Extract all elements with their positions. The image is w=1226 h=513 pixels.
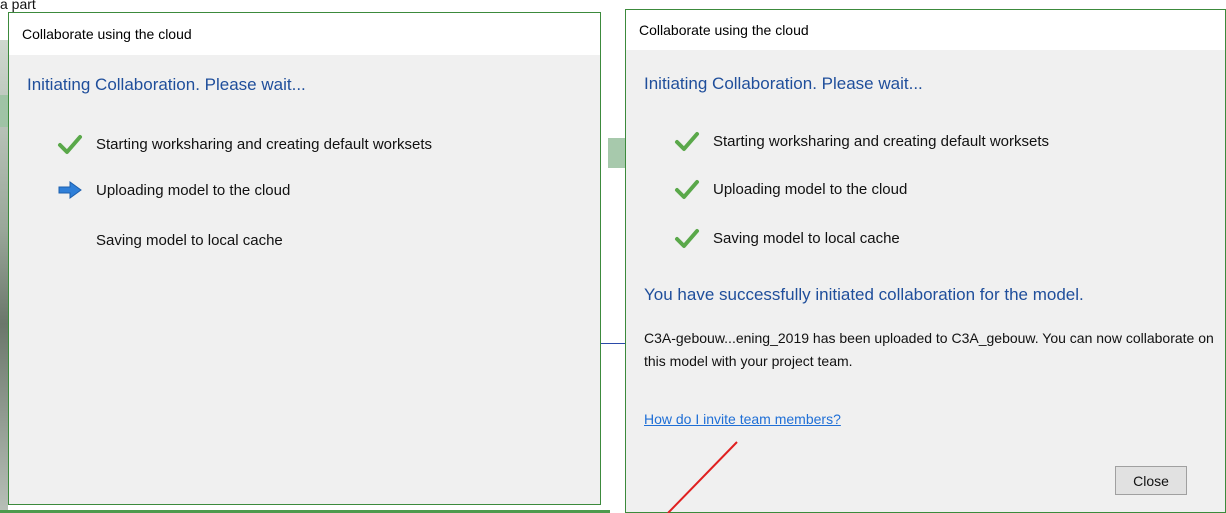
upload-detail-message: C3A-gebouw...ening_2019 has been uploade… <box>644 330 1214 369</box>
step-uploading: Uploading model to the cloud <box>674 176 907 202</box>
step-label: Starting worksharing and creating defaul… <box>96 135 433 153</box>
dialog-titlebar[interactable]: Collaborate using the cloud <box>626 10 1225 50</box>
step-label: Saving model to local cache <box>713 229 900 247</box>
check-icon <box>674 225 700 251</box>
step-worksharing: Starting worksharing and creating defaul… <box>674 128 1049 154</box>
progress-heading: Initiating Collaboration. Please wait... <box>27 75 306 94</box>
step-saving-cache: Saving model to local cache <box>57 227 283 253</box>
success-message: You have successfully initiated collabor… <box>644 285 1084 304</box>
background-app-strip-accent <box>0 95 8 127</box>
arrow-right-icon <box>57 177 83 203</box>
progress-heading: Initiating Collaboration. Please wait... <box>644 74 923 93</box>
check-icon <box>674 128 700 154</box>
step-label: Saving model to local cache <box>96 231 283 249</box>
dialog-title: Collaborate using the cloud <box>639 22 809 38</box>
step-uploading: Uploading model to the cloud <box>57 177 290 203</box>
dialog-titlebar[interactable]: Collaborate using the cloud <box>9 13 600 55</box>
collaborate-dialog-in-progress: Collaborate using the cloud Initiating C… <box>8 12 601 505</box>
step-label: Uploading model to the cloud <box>713 180 908 198</box>
step-saving-cache: Saving model to local cache <box>674 225 900 251</box>
invite-team-members-link[interactable]: How do I invite team members? <box>644 411 841 427</box>
close-button[interactable]: Close <box>1115 466 1187 495</box>
background-fragment-text: a part <box>0 0 36 12</box>
step-label: Starting worksharing and creating defaul… <box>713 132 1050 150</box>
collaborate-dialog-complete: Collaborate using the cloud Initiating C… <box>625 9 1226 513</box>
dialog-title: Collaborate using the cloud <box>22 26 192 42</box>
step-label: Uploading model to the cloud <box>96 181 291 199</box>
step-worksharing: Starting worksharing and creating defaul… <box>57 131 432 157</box>
check-icon <box>57 131 83 157</box>
check-icon <box>674 176 700 202</box>
